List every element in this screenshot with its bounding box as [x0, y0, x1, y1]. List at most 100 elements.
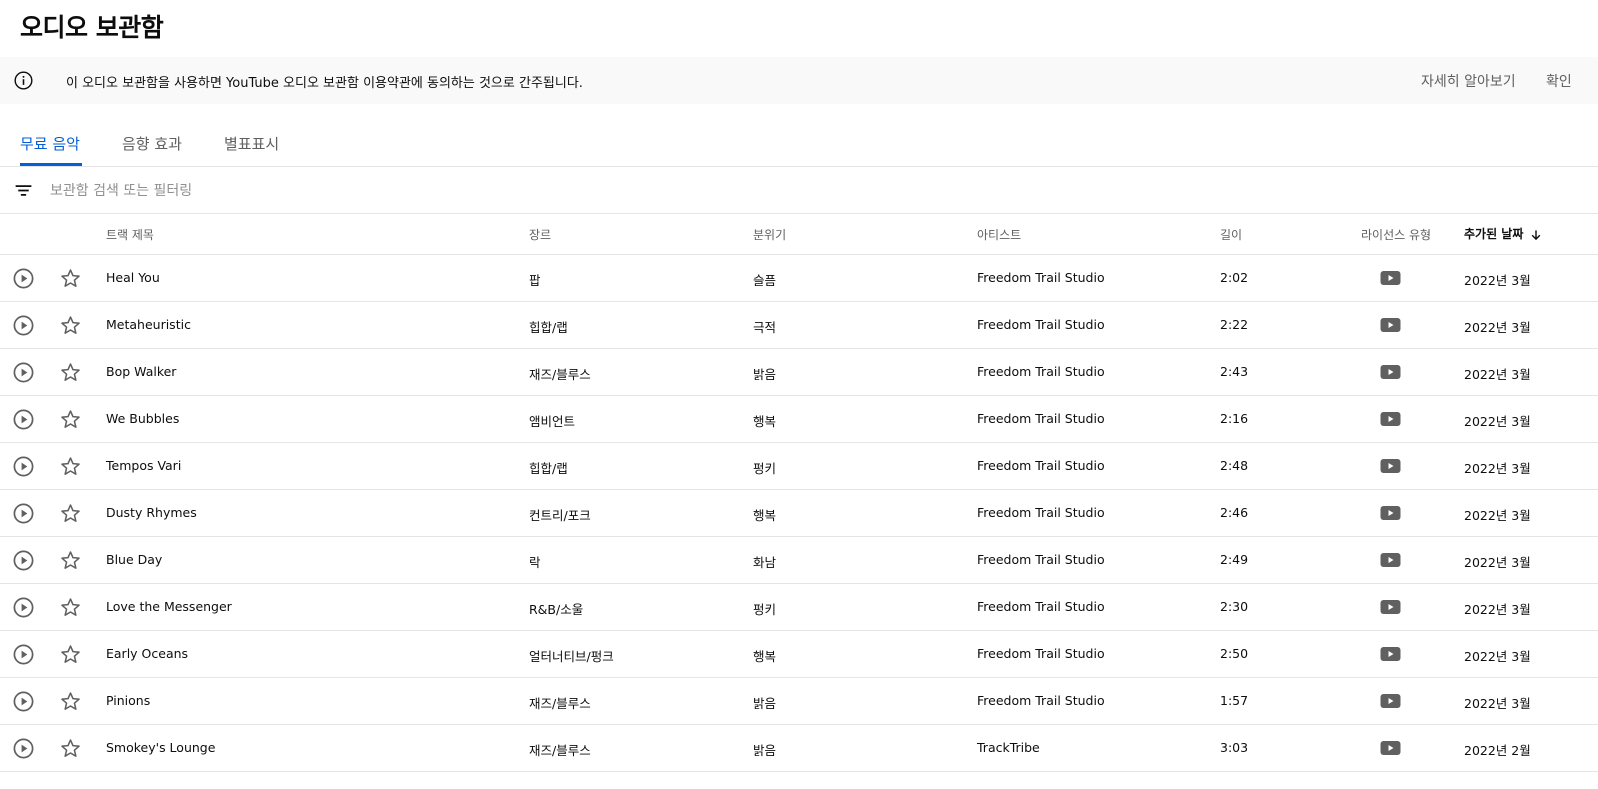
youtube-icon [1380, 318, 1401, 332]
star-icon[interactable] [59, 408, 82, 431]
youtube-icon [1380, 365, 1401, 379]
star-icon[interactable] [59, 267, 82, 290]
star-icon[interactable] [59, 643, 82, 666]
track-title: Heal You [106, 270, 160, 285]
track-mood: 극적 [753, 320, 777, 335]
info-icon [14, 71, 33, 90]
column-header-mood[interactable]: 분위기 [753, 226, 786, 243]
star-icon[interactable] [59, 737, 82, 760]
track-added-date: 2022년 3월 [1464, 555, 1531, 570]
star-icon[interactable] [59, 596, 82, 619]
track-duration: 2:49 [1220, 552, 1249, 567]
star-icon[interactable] [59, 549, 82, 572]
confirm-button[interactable]: 확인 [1546, 71, 1572, 91]
column-header-added[interactable]: 추가된 날짜 [1464, 225, 1543, 242]
track-artist: Freedom Trail Studio [977, 552, 1105, 567]
youtube-icon [1380, 600, 1401, 614]
play-icon[interactable] [12, 267, 35, 290]
track-added-date: 2022년 3월 [1464, 602, 1531, 617]
track-row[interactable]: Bop Walker 재즈/블루스 밝음 Freedom Trail Studi… [0, 349, 1598, 396]
track-mood: 밝음 [753, 743, 777, 758]
youtube-icon [1380, 741, 1401, 755]
track-duration: 3:03 [1220, 740, 1249, 755]
tab-bar: 무료 음악 음향 효과 별표표시 [0, 104, 1598, 167]
youtube-icon [1380, 506, 1401, 520]
track-genre: 락 [529, 555, 541, 570]
column-header-title[interactable]: 트랙 제목 [106, 226, 154, 243]
track-mood: 행복 [753, 508, 777, 523]
column-header-duration[interactable]: 길이 [1220, 226, 1242, 243]
play-icon[interactable] [12, 643, 35, 666]
track-row[interactable]: Tempos Vari 힙합/랩 펑키 Freedom Trail Studio… [0, 443, 1598, 490]
track-duration: 2:16 [1220, 411, 1249, 426]
track-row[interactable]: Heal You 팝 슬픔 Freedom Trail Studio 2:02 … [0, 255, 1598, 302]
track-mood: 슬픔 [753, 273, 777, 288]
play-icon[interactable] [12, 314, 35, 337]
track-added-date: 2022년 3월 [1464, 696, 1531, 711]
tab-free-music[interactable]: 무료 음악 [20, 133, 80, 154]
learn-more-link[interactable]: 자세히 알아보기 [1421, 71, 1516, 91]
track-duration: 2:48 [1220, 458, 1249, 473]
track-row[interactable]: Early Oceans 얼터너티브/펑크 행복 Freedom Trail S… [0, 631, 1598, 678]
track-artist: Freedom Trail Studio [977, 693, 1105, 708]
track-duration: 2:46 [1220, 505, 1249, 520]
track-title: Love the Messenger [106, 599, 232, 614]
track-list: Heal You 팝 슬픔 Freedom Trail Studio 2:02 … [0, 255, 1598, 772]
table-header: 트랙 제목 장르 분위기 아티스트 길이 라이선스 유형 추가된 날짜 [0, 214, 1598, 255]
track-genre: 힙합/랩 [529, 320, 568, 335]
play-icon[interactable] [12, 690, 35, 713]
play-icon[interactable] [12, 408, 35, 431]
play-icon[interactable] [12, 455, 35, 478]
star-icon[interactable] [59, 455, 82, 478]
track-added-date: 2022년 3월 [1464, 367, 1531, 382]
column-header-genre[interactable]: 장르 [529, 226, 551, 243]
play-icon[interactable] [12, 549, 35, 572]
filter-bar [0, 167, 1598, 214]
track-mood: 밝음 [753, 367, 777, 382]
play-icon[interactable] [12, 361, 35, 384]
track-added-date: 2022년 3월 [1464, 461, 1531, 476]
track-duration: 2:22 [1220, 317, 1249, 332]
star-icon[interactable] [59, 314, 82, 337]
tab-sound-effects[interactable]: 음향 효과 [122, 133, 182, 154]
track-mood: 행복 [753, 649, 777, 664]
track-row[interactable]: Blue Day 락 화남 Freedom Trail Studio 2:49 … [0, 537, 1598, 584]
column-header-artist[interactable]: 아티스트 [977, 226, 1021, 243]
track-added-date: 2022년 3월 [1464, 508, 1531, 523]
track-title: Metaheuristic [106, 317, 191, 332]
track-row[interactable]: Dusty Rhymes 컨트리/포크 행복 Freedom Trail Stu… [0, 490, 1598, 537]
track-added-date: 2022년 3월 [1464, 273, 1531, 288]
track-artist: Freedom Trail Studio [977, 270, 1105, 285]
track-mood: 화남 [753, 555, 777, 570]
track-added-date: 2022년 3월 [1464, 649, 1531, 664]
track-genre: 힙합/랩 [529, 461, 568, 476]
track-duration: 2:02 [1220, 270, 1249, 285]
track-title: Bop Walker [106, 364, 177, 379]
track-genre: 재즈/블루스 [529, 743, 591, 758]
tab-starred[interactable]: 별표표시 [224, 133, 279, 154]
page-title: 오디오 보관함 [20, 13, 164, 42]
track-row[interactable]: Love the Messenger R&B/소울 펑키 Freedom Tra… [0, 584, 1598, 631]
star-icon[interactable] [59, 361, 82, 384]
filter-icon[interactable] [13, 180, 34, 201]
column-header-license[interactable]: 라이선스 유형 [1361, 226, 1431, 243]
track-row[interactable]: Smokey's Lounge 재즈/블루스 밝음 TrackTribe 3:0… [0, 725, 1598, 772]
track-genre: 컨트리/포크 [529, 508, 591, 523]
track-genre: 앰비언트 [529, 414, 576, 429]
star-icon[interactable] [59, 690, 82, 713]
track-row[interactable]: Metaheuristic 힙합/랩 극적 Freedom Trail Stud… [0, 302, 1598, 349]
youtube-icon [1380, 271, 1401, 285]
track-artist: Freedom Trail Studio [977, 599, 1105, 614]
track-row[interactable]: Pinions 재즈/블루스 밝음 Freedom Trail Studio 1… [0, 678, 1598, 725]
youtube-icon [1380, 553, 1401, 567]
youtube-icon [1380, 459, 1401, 473]
track-mood: 펑키 [753, 602, 777, 617]
track-title: Dusty Rhymes [106, 505, 197, 520]
play-icon[interactable] [12, 596, 35, 619]
play-icon[interactable] [12, 737, 35, 760]
track-row[interactable]: We Bubbles 앰비언트 행복 Freedom Trail Studio … [0, 396, 1598, 443]
search-filter-input[interactable] [50, 179, 650, 203]
play-icon[interactable] [12, 502, 35, 525]
star-icon[interactable] [59, 502, 82, 525]
track-genre: 얼터너티브/펑크 [529, 649, 614, 664]
